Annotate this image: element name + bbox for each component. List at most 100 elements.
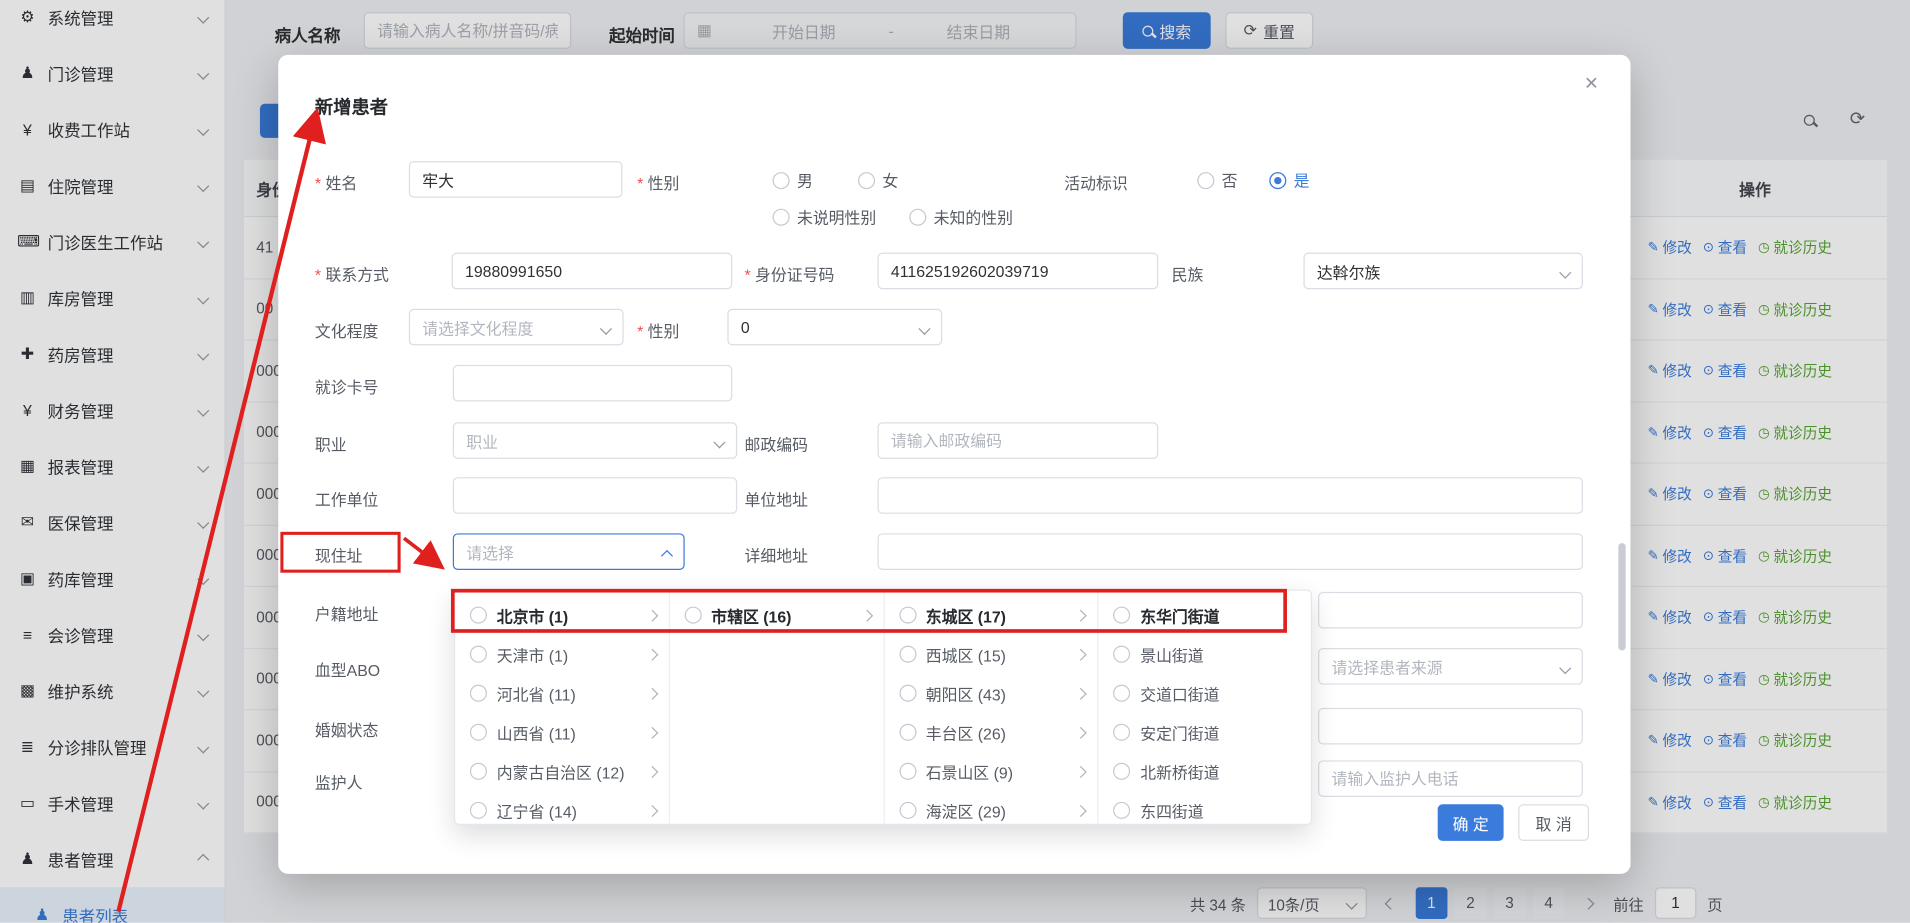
cascader-option[interactable]: 河北省 (11) bbox=[455, 674, 668, 713]
chevron-right-icon bbox=[1075, 726, 1087, 738]
radio-icon bbox=[1113, 724, 1130, 741]
radio-icon bbox=[899, 763, 916, 780]
radio-icon bbox=[899, 724, 916, 741]
radio-icon bbox=[899, 685, 916, 702]
chevron-right-icon bbox=[646, 648, 658, 660]
name-input[interactable] bbox=[409, 161, 623, 198]
chevron-right-icon bbox=[646, 609, 658, 621]
radio-icon bbox=[773, 171, 790, 188]
cascader-option[interactable]: 辽宁省 (14) bbox=[455, 791, 668, 824]
chevron-right-icon bbox=[646, 765, 658, 777]
cascader-option[interactable]: 景山街道 bbox=[1099, 635, 1312, 674]
cascader-option[interactable]: 石景山区 (9) bbox=[884, 752, 1097, 791]
cascader-option[interactable]: 交道口街道 bbox=[1099, 674, 1312, 713]
occupation-select[interactable]: 职业 bbox=[453, 422, 737, 459]
chevron-right-icon bbox=[646, 804, 658, 816]
name-label: 姓名 bbox=[315, 171, 357, 194]
cascader-option-label: 山西省 (11) bbox=[497, 721, 641, 744]
cascader-option-label: 石景山区 (9) bbox=[926, 760, 1070, 783]
radio-male[interactable]: 男 bbox=[773, 171, 813, 189]
detail-address-input[interactable] bbox=[878, 533, 1583, 570]
radio-icon bbox=[899, 607, 916, 624]
cascader-option[interactable]: 西城区 (15) bbox=[884, 635, 1097, 674]
chevron-right-icon bbox=[1075, 804, 1087, 816]
cascader-option[interactable]: 北京市 (1) bbox=[455, 596, 668, 635]
radio-icon bbox=[1113, 802, 1130, 819]
radio-female[interactable]: 女 bbox=[858, 171, 898, 189]
cascader-option-label: 北京市 (1) bbox=[497, 604, 641, 627]
detail-address-label: 详细地址 bbox=[744, 543, 807, 566]
chevron-down-icon bbox=[1559, 662, 1571, 674]
cascader-option-label: 东城区 (17) bbox=[926, 604, 1070, 627]
cascader-option[interactable]: 安定门街道 bbox=[1099, 713, 1312, 752]
contact-label: 联系方式 bbox=[315, 262, 389, 285]
education-select[interactable]: 请选择文化程度 bbox=[409, 309, 624, 346]
ethnicity-select[interactable]: 达斡尔族 bbox=[1303, 253, 1582, 290]
education-label: 文化程度 bbox=[315, 319, 378, 342]
radio-icon bbox=[470, 607, 487, 624]
work-unit-label: 工作单位 bbox=[315, 487, 378, 510]
cascader-option[interactable]: 山西省 (11) bbox=[455, 713, 668, 752]
dialog-scrollbar-thumb[interactable] bbox=[1618, 543, 1625, 650]
hidden-label-input-2[interactable] bbox=[1318, 708, 1583, 745]
marital-status-label: 婚姻状态 bbox=[315, 718, 378, 741]
cascader-option[interactable]: 东四街道 bbox=[1099, 791, 1312, 824]
guardian-phone-input[interactable] bbox=[1318, 760, 1583, 797]
hidden-label-input-1[interactable] bbox=[1318, 592, 1583, 629]
chevron-down-icon bbox=[918, 323, 930, 335]
patient-source-select[interactable]: 请选择患者来源 bbox=[1318, 648, 1583, 685]
cascader-option[interactable]: 朝阳区 (43) bbox=[884, 674, 1097, 713]
visit-card-input[interactable] bbox=[453, 365, 732, 402]
confirm-button[interactable]: 确 定 bbox=[1438, 804, 1504, 841]
cascader-option-label: 交道口街道 bbox=[1140, 682, 1301, 705]
cascader-option[interactable]: 内蒙古自治区 (12) bbox=[455, 752, 668, 791]
work-unit-input[interactable] bbox=[453, 477, 737, 514]
blood-type-abo-label: 血型ABO bbox=[315, 658, 380, 681]
unit-address-input[interactable] bbox=[878, 477, 1583, 514]
gender-label: 性别 bbox=[637, 171, 679, 194]
cancel-button[interactable]: 取 消 bbox=[1518, 804, 1589, 841]
current-address-cascader-trigger[interactable]: 请选择 bbox=[453, 533, 685, 570]
radio-icon bbox=[470, 685, 487, 702]
radio-icon bbox=[773, 208, 790, 225]
cascader-option[interactable]: 东华门街道 bbox=[1099, 596, 1312, 635]
cascader-column-1: 市辖区 (16) bbox=[670, 591, 884, 824]
patient-source-placeholder: 请选择患者来源 bbox=[1332, 655, 1443, 678]
radio-label: 未说明性别 bbox=[797, 205, 876, 228]
radio-icon bbox=[1113, 763, 1130, 780]
unit-address-label: 单位地址 bbox=[744, 487, 807, 510]
radio-label: 是 bbox=[1294, 168, 1310, 191]
cascader-option[interactable]: 天津市 (1) bbox=[455, 635, 668, 674]
radio-label: 女 bbox=[882, 168, 898, 191]
close-icon[interactable] bbox=[1577, 70, 1606, 99]
radio-icon bbox=[470, 763, 487, 780]
ethnicity-value: 达斡尔族 bbox=[1317, 259, 1380, 282]
cascader-option[interactable]: 市辖区 (16) bbox=[670, 596, 883, 635]
radio-active-yes[interactable]: 是 bbox=[1269, 171, 1309, 189]
app-root: ⚙系统管理♟门诊管理¥收费工作站▤住院管理⌨门诊医生工作站▥库房管理✚药房管理¥… bbox=[0, 0, 1910, 923]
cascader-option[interactable]: 海淀区 (29) bbox=[884, 791, 1097, 824]
radio-icon bbox=[1197, 171, 1214, 188]
chevron-down-icon bbox=[1559, 267, 1571, 279]
radio-active-no[interactable]: 否 bbox=[1197, 171, 1237, 189]
postal-code-input[interactable] bbox=[878, 422, 1159, 459]
cascader-option[interactable]: 丰台区 (26) bbox=[884, 713, 1097, 752]
occupation-placeholder: 职业 bbox=[466, 429, 498, 452]
radio-icon bbox=[684, 607, 701, 624]
cascader-option-label: 内蒙古自治区 (12) bbox=[497, 760, 641, 783]
contact-input[interactable] bbox=[452, 253, 733, 290]
chevron-up-icon bbox=[661, 550, 673, 562]
id-number-input[interactable] bbox=[878, 253, 1159, 290]
gender-select[interactable]: 0 bbox=[727, 309, 942, 346]
cascader-option[interactable]: 北新桥街道 bbox=[1099, 752, 1312, 791]
radio-unspecified-gender[interactable]: 未说明性别 bbox=[773, 207, 877, 225]
cascader-option-label: 海淀区 (29) bbox=[926, 799, 1070, 822]
active-flag-label: 活动标识 bbox=[1064, 171, 1127, 194]
cascader-option[interactable]: 东城区 (17) bbox=[884, 596, 1097, 635]
cascader-column-2: 东城区 (17) 西城区 (15) 朝阳区 (43)丰台区 (26) 石景山区 (9)… bbox=[884, 591, 1098, 824]
cascader-option-label: 东四街道 bbox=[1140, 799, 1301, 822]
radio-unknown-gender[interactable]: 未知的性别 bbox=[909, 207, 1013, 225]
radio-icon bbox=[470, 724, 487, 741]
cascader-option-label: 西城区 (15) bbox=[926, 643, 1070, 666]
cascader-option-label: 天津市 (1) bbox=[497, 643, 641, 666]
